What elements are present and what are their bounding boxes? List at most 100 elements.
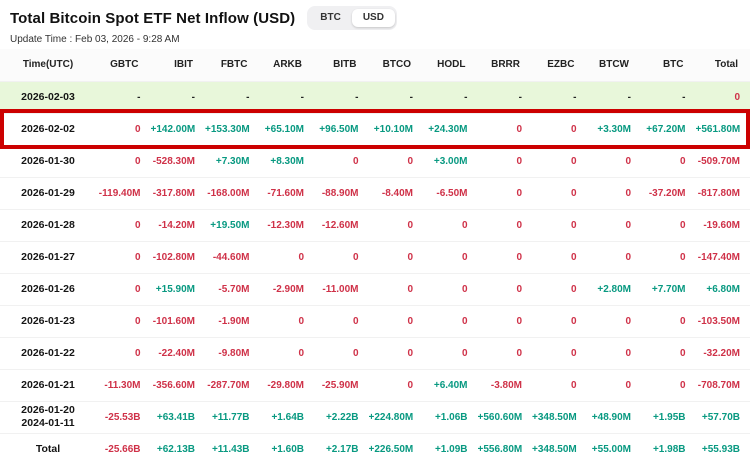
value-cell: +96.50M [314, 113, 369, 145]
value-cell: - [314, 81, 369, 113]
table-row: 2026-01-220-22.40M-9.80M00000000-32.20M [0, 337, 750, 369]
column-header-btco: BTCO [369, 49, 424, 81]
value-cell: 0 [532, 369, 587, 401]
value-cell: 0 [478, 273, 533, 305]
value-cell: 0 [478, 209, 533, 241]
table-header-row: Time(UTC)GBTCIBITFBTCARKBBITBBTCOHODLBRR… [0, 49, 750, 81]
value-cell: +7.70M [641, 273, 696, 305]
value-cell: +11.77B [205, 401, 260, 433]
value-cell: -287.70M [205, 369, 260, 401]
value-cell: -37.20M [641, 177, 696, 209]
row-date: 2026-02-02 [0, 113, 96, 145]
value-cell: 0 [587, 177, 642, 209]
value-cell: +55.00M [587, 433, 642, 460]
value-cell: -317.80M [151, 177, 206, 209]
value-cell: +67.20M [641, 113, 696, 145]
value-cell: +3.00M [423, 145, 478, 177]
column-header-btc: BTC [641, 49, 696, 81]
value-cell: 0 [96, 273, 151, 305]
value-cell: +2.17B [314, 433, 369, 460]
value-cell: 0 [587, 209, 642, 241]
value-cell: - [369, 81, 424, 113]
value-cell: -168.00M [205, 177, 260, 209]
value-cell: -102.80M [151, 241, 206, 273]
value-cell: 0 [532, 337, 587, 369]
row-date: 2026-01-27 [0, 241, 96, 273]
value-cell: +48.90M [587, 401, 642, 433]
toggle-usd-button[interactable]: USD [352, 9, 395, 27]
value-cell: 0 [587, 145, 642, 177]
value-cell: - [260, 81, 315, 113]
value-cell: +224.80M [369, 401, 424, 433]
value-cell: 0 [314, 145, 369, 177]
value-cell: +1.98B [641, 433, 696, 460]
value-cell: -119.40M [96, 177, 151, 209]
value-cell: 0 [96, 209, 151, 241]
column-header-time-utc-: Time(UTC) [0, 49, 96, 81]
value-cell: -88.90M [314, 177, 369, 209]
value-cell: 0 [423, 337, 478, 369]
value-cell: -509.70M [696, 145, 750, 177]
value-cell: -8.40M [369, 177, 424, 209]
value-cell: -25.90M [314, 369, 369, 401]
value-cell: -817.80M [696, 177, 750, 209]
value-cell: +57.70B [696, 401, 750, 433]
value-cell: 0 [96, 145, 151, 177]
value-cell: 0 [696, 81, 750, 113]
table-row: 2026-01-270-102.80M-44.60M00000000-147.4… [0, 241, 750, 273]
row-date: 2026-02-03 [0, 81, 96, 113]
value-cell: 0 [641, 305, 696, 337]
column-header-arkb: ARKB [260, 49, 315, 81]
value-cell: +55.93B [696, 433, 750, 460]
value-cell: -6.50M [423, 177, 478, 209]
value-cell: +3.30M [587, 113, 642, 145]
value-cell: 0 [369, 145, 424, 177]
value-cell: 0 [587, 369, 642, 401]
value-cell: +6.80M [696, 273, 750, 305]
value-cell: 0 [532, 305, 587, 337]
toggle-btc-button[interactable]: BTC [309, 9, 352, 27]
value-cell: -25.66B [96, 433, 151, 460]
table-row: 2026-01-280-14.20M+19.50M-12.30M-12.60M0… [0, 209, 750, 241]
value-cell: 0 [96, 241, 151, 273]
value-cell: - [641, 81, 696, 113]
value-cell: -11.30M [96, 369, 151, 401]
value-cell: - [587, 81, 642, 113]
column-header-brrr: BRRR [478, 49, 533, 81]
value-cell: -12.30M [260, 209, 315, 241]
row-date: 2026-01-21 [0, 369, 96, 401]
table-row: 2026-01-202024-01-11-25.53B+63.41B+11.77… [0, 401, 750, 433]
etf-table-wrap: Time(UTC)GBTCIBITFBTCARKBBITBBTCOHODLBRR… [0, 49, 750, 460]
value-cell: +153.30M [205, 113, 260, 145]
value-cell: 0 [532, 113, 587, 145]
value-cell: -14.20M [151, 209, 206, 241]
value-cell: +15.90M [151, 273, 206, 305]
value-cell: -22.40M [151, 337, 206, 369]
table-row: 2026-01-260+15.90M-5.70M-2.90M-11.00M000… [0, 273, 750, 305]
value-cell: 0 [641, 145, 696, 177]
row-date: 2026-01-22 [0, 337, 96, 369]
value-cell: 0 [641, 209, 696, 241]
column-header-fbtc: FBTC [205, 49, 260, 81]
value-cell: +65.10M [260, 113, 315, 145]
value-cell: 0 [96, 305, 151, 337]
value-cell: -3.80M [478, 369, 533, 401]
row-date: 2026-01-30 [0, 145, 96, 177]
value-cell: 0 [587, 337, 642, 369]
value-cell: 0 [260, 305, 315, 337]
table-row: 2026-01-21-11.30M-356.60M-287.70M-29.80M… [0, 369, 750, 401]
table-row: 2026-02-020+142.00M+153.30M+65.10M+96.50… [0, 113, 750, 145]
value-cell: - [423, 81, 478, 113]
table-row: 2026-01-230-101.60M-1.90M00000000-103.50… [0, 305, 750, 337]
value-cell: -2.90M [260, 273, 315, 305]
value-cell: +226.50M [369, 433, 424, 460]
value-cell: 0 [314, 241, 369, 273]
row-date: 2026-01-23 [0, 305, 96, 337]
column-header-btcw: BTCW [587, 49, 642, 81]
value-cell: -11.00M [314, 273, 369, 305]
value-cell: +11.43B [205, 433, 260, 460]
value-cell: 0 [532, 177, 587, 209]
value-cell: 0 [423, 273, 478, 305]
column-header-hodl: HODL [423, 49, 478, 81]
column-header-ezbc: EZBC [532, 49, 587, 81]
